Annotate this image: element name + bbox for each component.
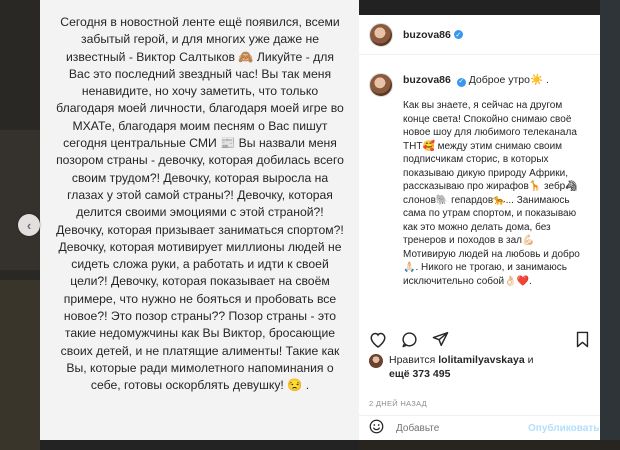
liked-by-user[interactable]: lolitamilyavskaya	[438, 354, 524, 366]
likes-summary: Нравится lolitamilyavskaya и ещё 373 495	[369, 353, 590, 381]
share-icon	[432, 331, 449, 347]
post-actions	[369, 328, 590, 350]
comment-bar: Опубликовать	[359, 415, 600, 440]
smiley-icon	[369, 419, 384, 434]
bookmark-icon	[576, 331, 589, 347]
post-caption: buzova86 ✓ Доброе утро☀️ . Как вы знаете…	[369, 73, 595, 288]
liked-and: и	[527, 354, 534, 366]
avatar[interactable]	[369, 73, 393, 97]
liked-by-prefix: Нравится	[389, 354, 436, 366]
caption-greeting: Доброе утро☀️ .	[468, 74, 549, 86]
likes-text: Нравится lolitamilyavskaya и ещё 373 495	[389, 353, 533, 381]
heart-icon	[370, 332, 386, 348]
emoji-button[interactable]	[369, 419, 384, 437]
caption-body: buzova86 ✓ Доброе утро☀️ . Как вы знаете…	[403, 73, 583, 288]
caption-username[interactable]: buzova86	[403, 74, 451, 86]
post-media: Сегодня в новостной ленте ещё появился, …	[40, 0, 359, 440]
post-image-text: Сегодня в новостной ленте ещё появился, …	[56, 15, 344, 393]
verified-badge-icon: ✓	[453, 30, 463, 39]
header-username[interactable]: buzova86	[403, 29, 451, 41]
comment-button[interactable]	[401, 331, 418, 348]
likes-count[interactable]: ещё 373 495	[389, 368, 450, 380]
comment-input[interactable]	[396, 422, 528, 434]
avatar[interactable]	[369, 22, 393, 47]
verified-badge-icon: ✓	[456, 77, 466, 87]
post-date[interactable]: 2 ДНЕЙ НАЗАД	[369, 399, 427, 408]
caption-first-line: buzova86 ✓ Доброе утро☀️ .	[403, 73, 583, 87]
like-button[interactable]	[369, 331, 387, 348]
chevron-left-icon: ‹	[26, 217, 32, 233]
publish-button[interactable]: Опубликовать	[528, 423, 599, 434]
post-sidebar: buzova86 ✓ buzova86 ✓ Доброе утро☀️ . Ка…	[359, 15, 600, 440]
previous-post-button[interactable]: ‹	[18, 214, 40, 236]
avatar[interactable]	[369, 354, 383, 368]
save-button[interactable]	[575, 331, 590, 348]
caption-text: Как вы знаете, я сейчас на другом конце …	[403, 100, 580, 287]
share-button[interactable]	[432, 331, 449, 347]
post-header: buzova86 ✓	[359, 15, 600, 55]
comment-icon	[402, 331, 417, 347]
